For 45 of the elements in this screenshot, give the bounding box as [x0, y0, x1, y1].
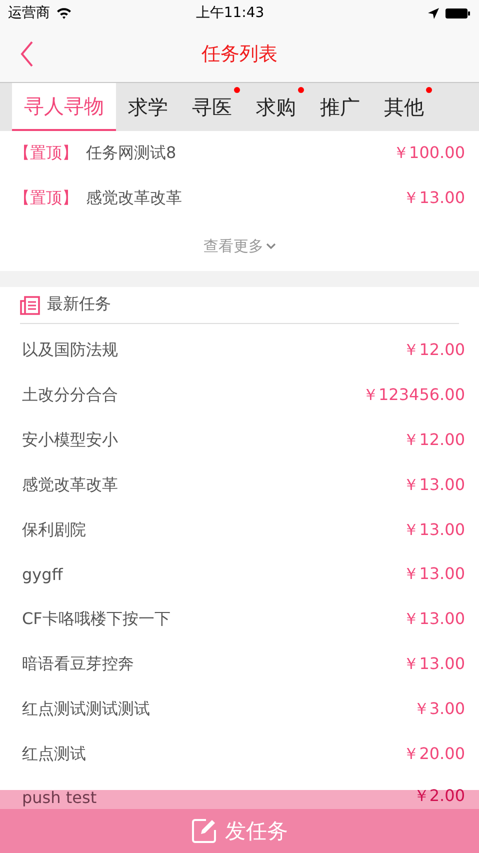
pinned-tag: 【置顶】: [14, 142, 78, 164]
task-title[interactable]: 以及国防法规: [22, 340, 404, 362]
page-title: 任务列表: [202, 42, 278, 67]
task-title[interactable]: 土改分分合合: [22, 385, 362, 406]
task-price: ￥12.00: [403, 430, 465, 452]
task-title[interactable]: push test: [22, 788, 414, 807]
task-price: ￥123456.00: [362, 385, 465, 406]
category-tab[interactable]: 寻医: [180, 83, 244, 131]
task-title[interactable]: 红点测试测试测试: [22, 698, 414, 720]
location-arrow-icon: [428, 8, 439, 18]
task-price: ￥13.00: [403, 188, 465, 209]
task-title[interactable]: 感觉改革改革: [86, 188, 404, 209]
task-price: ￥12.00: [403, 340, 465, 362]
task-title[interactable]: 暗语看豆芽控奔: [22, 654, 404, 676]
task-title[interactable]: 感觉改革改革: [22, 474, 404, 496]
section-title: 最新任务: [47, 294, 111, 316]
task-title[interactable]: CF卡咯哦楼下按一下: [22, 609, 404, 630]
task-price: ￥13.00: [403, 564, 465, 586]
battery-icon: [445, 8, 471, 18]
task-price: ￥13.00: [403, 609, 465, 630]
task-title[interactable]: 红点测试: [22, 744, 404, 765]
category-tab[interactable]: 寻人寻物: [12, 83, 116, 131]
task-title[interactable]: 任务网测试8: [86, 142, 394, 164]
task-price: ￥3.00: [413, 698, 465, 720]
edit-icon: [191, 818, 217, 844]
status-time: 上午11:43: [194, 4, 266, 22]
category-tab[interactable]: 其他: [372, 83, 436, 131]
task-price: ￥20.00: [403, 744, 465, 765]
list-icon: [20, 294, 40, 315]
pinned-tag: 【置顶】: [14, 188, 78, 209]
task-price: ￥2.00: [413, 786, 465, 807]
back-icon[interactable]: [20, 40, 34, 68]
task-title[interactable]: 保利剧院: [22, 520, 404, 541]
category-tab[interactable]: 推广: [308, 83, 372, 131]
task-price: ￥13.00: [403, 474, 465, 496]
task-title[interactable]: 安小模型安小: [22, 430, 404, 452]
task-price: ￥13.00: [403, 520, 465, 541]
category-tab[interactable]: 求购: [244, 83, 308, 131]
task-price: ￥100.00: [393, 142, 465, 164]
task-price: ￥13.00: [403, 654, 465, 676]
category-tab[interactable]: 求学: [116, 83, 180, 131]
task-title[interactable]: gygff: [22, 565, 404, 584]
wifi-icon: [56, 7, 72, 19]
carrier-label: 运营商: [8, 4, 50, 22]
chevron-down-icon: [266, 243, 276, 250]
